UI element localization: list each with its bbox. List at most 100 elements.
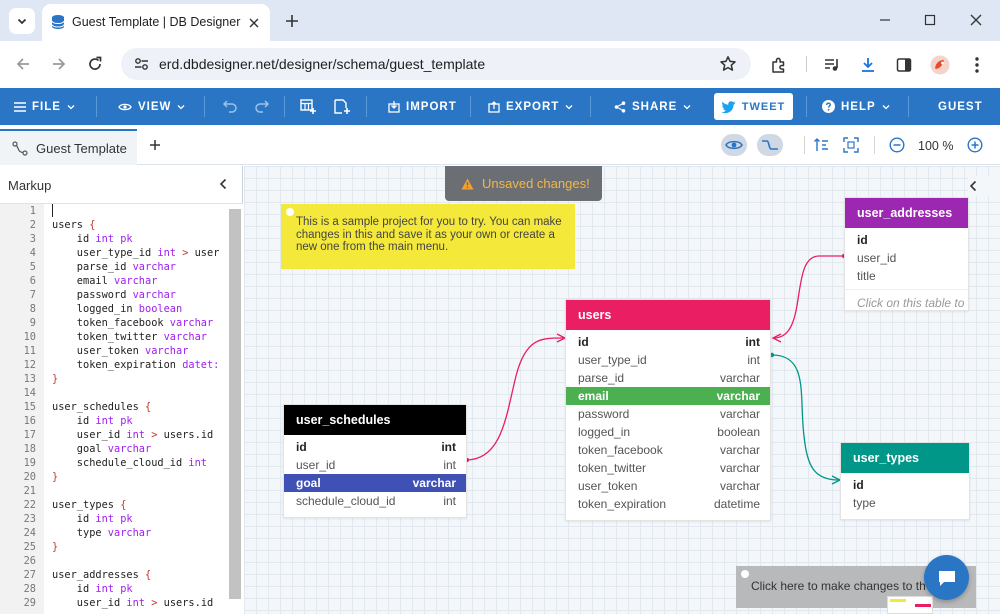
minimap-note-mark <box>890 599 906 602</box>
code-line: logged_in boolean <box>52 303 182 315</box>
bookmark-star-icon[interactable] <box>719 55 737 73</box>
redo-icon[interactable] <box>254 99 270 113</box>
close-tab-icon[interactable] <box>246 15 262 31</box>
maximize-button[interactable] <box>913 7 947 33</box>
profile-avatar-icon[interactable] <box>929 54 951 76</box>
table-column-row[interactable]: parse_id varchar <box>566 369 770 387</box>
zoom-in-icon[interactable] <box>967 137 983 153</box>
zoom-out-icon[interactable] <box>889 137 905 153</box>
minimap[interactable] <box>887 596 933 614</box>
code-line: token_expiration datet: <box>52 359 220 371</box>
sample-project-note-text: This is a sample project for you to try.… <box>296 216 562 253</box>
chevron-down-icon <box>882 104 890 109</box>
auto-arrange-icon[interactable] <box>813 137 829 153</box>
table-column-row[interactable]: schedule_cloud_id int <box>284 492 466 510</box>
media-control-icon[interactable] <box>821 54 843 76</box>
browser-tab[interactable]: Guest Template | DB Designer <box>42 4 270 41</box>
site-settings-icon[interactable] <box>134 57 149 71</box>
table-column-row[interactable]: id int <box>566 333 770 351</box>
table-column-row[interactable]: id int <box>284 438 466 456</box>
code-token: password <box>52 289 133 301</box>
editor-scrollbar[interactable] <box>229 209 241 599</box>
table-edit-hint: Click on this table to <box>845 289 968 310</box>
table-column-row[interactable]: email varchar <box>566 387 770 405</box>
sample-project-note[interactable]: This is a sample project for you to try.… <box>281 204 575 269</box>
code-line: parse_id varchar <box>52 261 176 273</box>
table-user-types[interactable]: user_typesid type <box>840 442 970 520</box>
code-token: } <box>52 541 59 553</box>
table-header[interactable]: user_addresses <box>845 198 968 228</box>
collapse-panel-icon[interactable] <box>218 178 228 190</box>
table-column-row[interactable]: token_expiration datetime <box>566 495 770 513</box>
table-header[interactable]: user_types <box>841 443 969 473</box>
column-name: parse_id <box>578 371 625 385</box>
table-column-row[interactable]: type <box>841 494 969 512</box>
undo-icon[interactable] <box>222 99 238 113</box>
reload-button[interactable] <box>84 53 106 75</box>
right-panel-toggle[interactable] <box>968 176 1000 196</box>
code-line: id int pk <box>52 233 133 245</box>
address-bar[interactable]: erd.dbdesigner.net/designer/schema/guest… <box>121 48 751 80</box>
column-type: int <box>443 458 456 472</box>
table-column-row[interactable]: user_token varchar <box>566 477 770 495</box>
code-token: > <box>176 247 195 259</box>
forward-button[interactable] <box>48 53 70 75</box>
table-column-row[interactable]: user_id int <box>284 456 466 474</box>
export-menu[interactable]: EXPORT <box>488 88 573 125</box>
back-button[interactable] <box>12 53 34 75</box>
table-user-addresses[interactable]: user_addressesid user_id title Click on thi… <box>844 197 969 311</box>
diagram-canvas[interactable]: Unsaved changes! This is a sample projec… <box>244 166 1000 614</box>
menu-divider <box>590 96 591 117</box>
extensions-puzzle-icon[interactable] <box>768 54 790 76</box>
close-window-button[interactable] <box>959 7 993 33</box>
more-options-icon[interactable] <box>966 54 988 76</box>
url-text[interactable]: erd.dbdesigner.net/designer/schema/guest… <box>159 56 485 72</box>
add-tab-icon[interactable] <box>149 139 161 151</box>
chat-support-button[interactable] <box>924 555 969 600</box>
code-token: user_schedules <box>52 401 139 413</box>
table-header[interactable]: user_schedules <box>284 405 466 435</box>
relations-mode-toggle[interactable] <box>757 134 783 156</box>
browser-tab-title: Guest Template | DB Designer <box>72 15 241 29</box>
new-tab-button[interactable] <box>282 11 302 31</box>
preview-mode-toggle[interactable] <box>721 134 747 156</box>
help-menu[interactable]: HELP <box>822 88 890 125</box>
minimize-button[interactable] <box>868 7 902 33</box>
column-type: varchar <box>719 371 760 385</box>
table-column-row[interactable]: id <box>845 231 968 249</box>
table-column-row[interactable]: goal varchar <box>284 474 466 492</box>
table-column-row[interactable]: title <box>845 267 968 285</box>
document-tabs-bar: Guest Template 100 % <box>0 125 1000 165</box>
toolbar-divider <box>806 56 807 72</box>
download-icon[interactable] <box>857 54 879 76</box>
side-panel-icon[interactable] <box>893 54 915 76</box>
table-column-row[interactable]: password varchar <box>566 405 770 423</box>
table-column-row[interactable]: logged_in boolean <box>566 423 770 441</box>
tab-search-button[interactable] <box>9 8 35 34</box>
code-token: { <box>114 499 127 511</box>
view-menu[interactable]: VIEW <box>118 88 185 125</box>
share-menu[interactable]: SHARE <box>614 88 691 125</box>
code-lines[interactable]: users { id int pk user_type_id int > use… <box>0 204 229 614</box>
fit-to-screen-icon[interactable] <box>843 137 859 153</box>
add-table-icon[interactable] <box>300 99 316 114</box>
table-column-row[interactable]: token_facebook varchar <box>566 441 770 459</box>
markup-code-editor[interactable]: 1 2 3 4 5 6 7 8 9 10 11 12 13 14 15 16 17 18 19 20 21 22 23 24 2… <box>0 203 243 614</box>
code-token: user_types <box>52 499 114 511</box>
table-column-row[interactable]: id <box>841 476 969 494</box>
code-line: password varchar <box>52 289 176 301</box>
help-circle-icon <box>822 100 835 113</box>
file-menu[interactable]: FILE <box>14 88 75 125</box>
table-column-row[interactable]: user_type_id int <box>566 351 770 369</box>
add-note-icon[interactable] <box>334 99 350 114</box>
tab-guest-template[interactable]: Guest Template <box>0 129 137 165</box>
table-column-row[interactable]: token_twitter varchar <box>566 459 770 477</box>
table-users[interactable]: users id int user_type_id int parse_id varchar… <box>565 299 771 521</box>
import-menu[interactable]: IMPORT <box>388 88 457 125</box>
tweet-button[interactable]: TWEET <box>714 93 793 120</box>
table-user-schedules[interactable]: user_schedulesid int user_id int goal varchar… <box>283 404 467 518</box>
table-header[interactable]: users <box>566 300 770 330</box>
guest-user-menu[interactable]: GUEST <box>938 88 983 125</box>
file-menu-label: FILE <box>32 100 61 113</box>
table-column-row[interactable]: user_id <box>845 249 968 267</box>
